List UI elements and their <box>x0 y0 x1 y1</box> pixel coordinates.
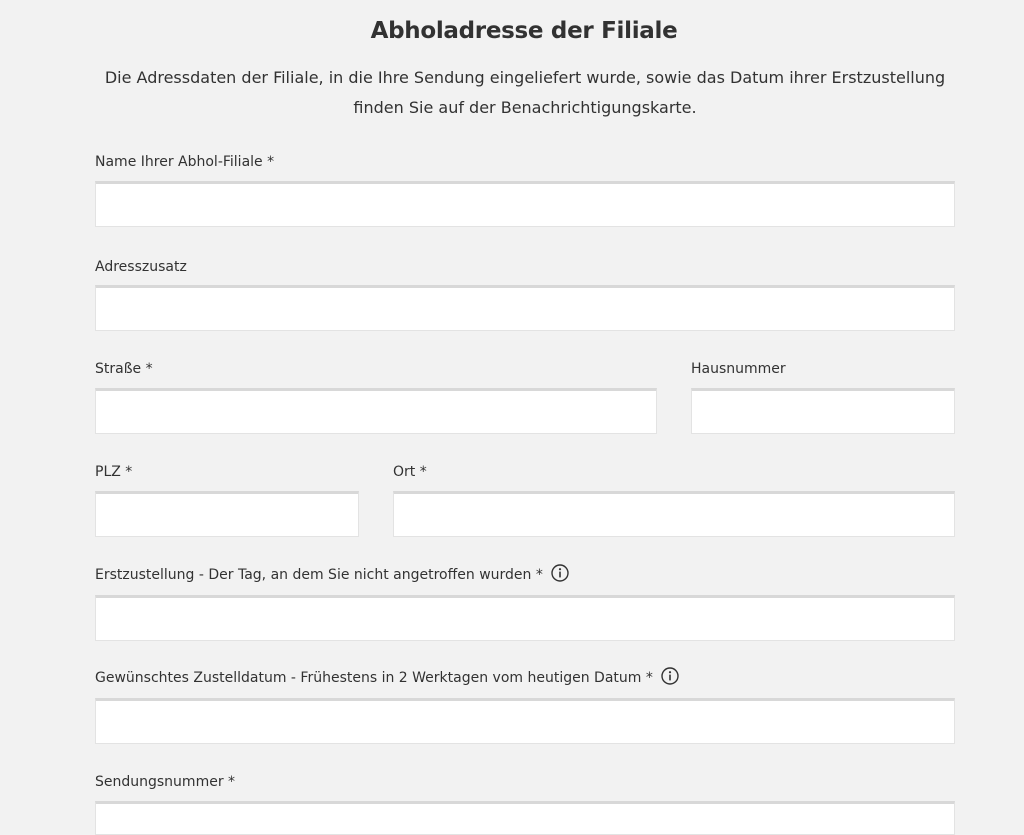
page-title: Abholadresse der Filiale <box>370 18 678 44</box>
strasse-label: Straße * <box>95 361 153 377</box>
sendungsnummer-label: Sendungsnummer * <box>95 774 236 790</box>
ort-input[interactable] <box>393 491 955 537</box>
intro-text: Die Adressdaten der Filiale, in die Ihre… <box>90 63 960 123</box>
zustelldatum-label-row: Gewünschtes Zustelldatum - Frühestens in… <box>95 667 679 688</box>
zustelldatum-label: Gewünschtes Zustelldatum - Frühestens in… <box>95 670 653 686</box>
ort-label: Ort * <box>393 464 427 480</box>
adresszusatz-input[interactable] <box>95 285 955 331</box>
strasse-input[interactable] <box>95 388 657 434</box>
erstzustellung-label-row: Erstzustellung - Der Tag, an dem Sie nic… <box>95 564 569 585</box>
adresszusatz-label: Adresszusatz <box>95 259 187 275</box>
hausnummer-input[interactable] <box>691 388 955 434</box>
plz-label: PLZ * <box>95 464 133 480</box>
info-icon[interactable] <box>661 667 679 685</box>
intro-line-1: Die Adressdaten der Filiale, in die Ihre… <box>104 68 946 87</box>
intro-line-2: finden Sie auf der Benachrichtigungskart… <box>353 98 697 117</box>
info-icon[interactable] <box>551 564 569 582</box>
filiale-name-label: Name Ihrer Abhol-Filiale * <box>95 154 275 170</box>
plz-input[interactable] <box>95 491 359 537</box>
hausnummer-label: Hausnummer <box>691 361 786 377</box>
zustelldatum-input[interactable] <box>95 698 955 744</box>
erstzustellung-input[interactable] <box>95 595 955 641</box>
filiale-name-input[interactable] <box>95 181 955 227</box>
erstzustellung-label: Erstzustellung - Der Tag, an dem Sie nic… <box>95 567 543 583</box>
sendungsnummer-input[interactable] <box>95 801 955 835</box>
